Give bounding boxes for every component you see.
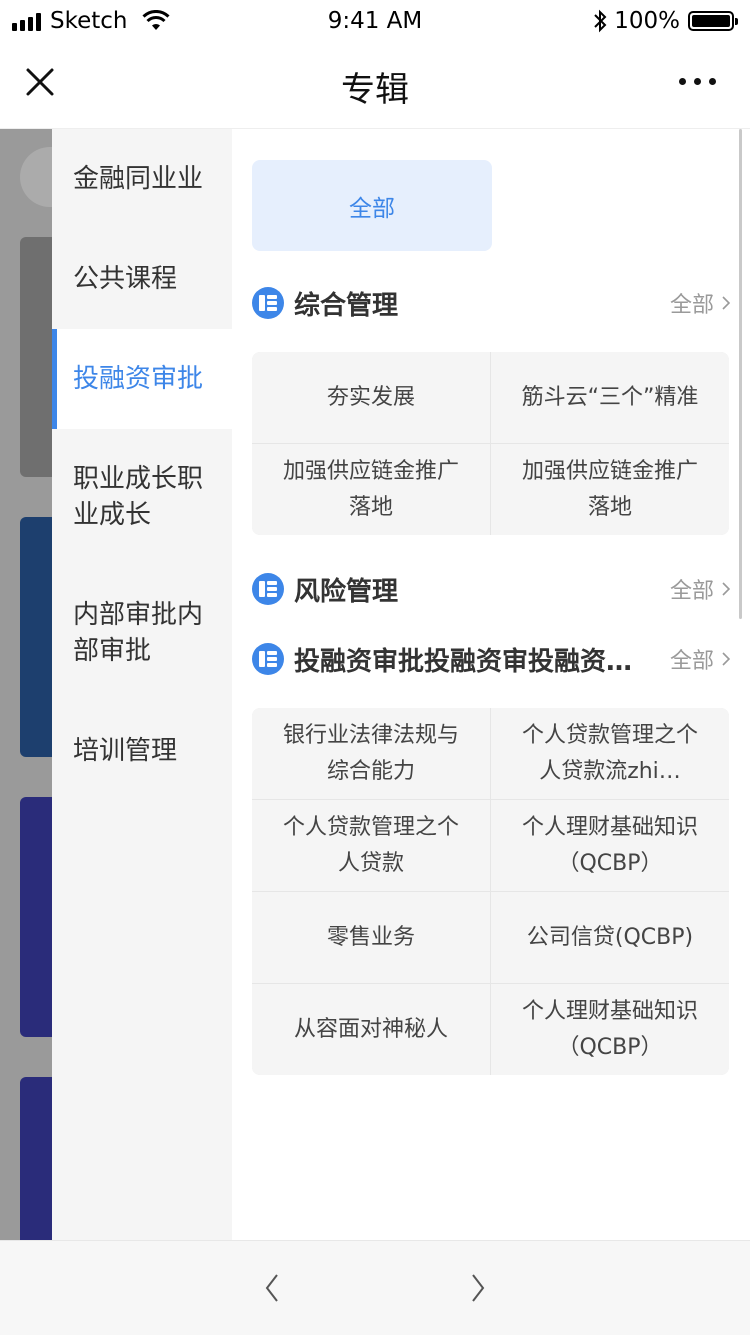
list-icon	[252, 643, 284, 675]
album-item[interactable]: 夯实发展	[252, 352, 490, 443]
category-item[interactable]: 培训管理	[52, 701, 232, 801]
battery-percent: 100%	[614, 8, 680, 34]
list-icon	[252, 573, 284, 605]
chevron-right-icon	[722, 652, 730, 666]
back-arrow-icon[interactable]	[262, 1271, 282, 1305]
forward-arrow-icon[interactable]	[468, 1271, 488, 1305]
album-item[interactable]: 个人贷款管理之个人贷款流zhi…	[491, 708, 729, 799]
section-header: 综合管理 全部	[252, 283, 730, 323]
bottom-toolbar	[0, 1240, 750, 1335]
album-item[interactable]: 筋斗云“三个”精准	[491, 352, 729, 443]
album-item[interactable]: 加强供应链金推广落地	[491, 444, 729, 535]
nav-bar: 专辑	[0, 40, 750, 129]
album-drawer: 金融同业业 公共课程 投融资审批 职业成长职业成长 内部审批内部审批 培训管理 …	[52, 129, 750, 1240]
section-header: 风险管理 全部	[252, 569, 730, 609]
chevron-right-icon	[722, 582, 730, 596]
section-title: 投融资审批投融资审投融资审批	[294, 646, 639, 677]
section-title: 综合管理	[294, 290, 399, 321]
chevron-right-icon	[722, 296, 730, 310]
status-bar: Sketch 9:41 AM 100%	[0, 0, 750, 40]
bluetooth-icon	[594, 9, 607, 33]
more-icon[interactable]	[671, 78, 716, 85]
section-all-link[interactable]: 全部	[670, 287, 730, 319]
album-grid: 夯实发展 筋斗云“三个”精准 加强供应链金推广落地 加强供应链金推广落地	[252, 352, 729, 535]
battery-icon	[688, 11, 738, 31]
category-sidebar: 金融同业业 公共课程 投融资审批 职业成长职业成长 内部审批内部审批 培训管理	[52, 129, 232, 1240]
section-all-link[interactable]: 全部	[670, 573, 730, 605]
page-title: 专辑	[341, 70, 409, 110]
album-item[interactable]: 从容面对神秘人	[252, 984, 490, 1075]
album-item[interactable]: 个人贷款管理之个人贷款	[252, 800, 490, 891]
scrollbar[interactable]	[739, 129, 742, 619]
category-item[interactable]: 金融同业业	[52, 129, 232, 229]
category-item[interactable]: 内部审批内部审批	[52, 565, 232, 701]
album-item[interactable]: 个人理财基础知识（QCBP）	[491, 800, 729, 891]
album-grid: 银行业法律法规与综合能力 个人贷款管理之个人贷款流zhi… 个人贷款管理之个人贷…	[252, 708, 729, 1075]
all-filter-chip[interactable]: 全部	[252, 160, 492, 251]
category-item[interactable]: 职业成长职业成长	[52, 429, 232, 565]
album-item[interactable]: 加强供应链金推广落地	[252, 444, 490, 535]
section-all-link[interactable]: 全部	[670, 643, 730, 675]
category-item[interactable]: 公共课程	[52, 229, 232, 329]
category-item-active[interactable]: 投融资审批	[52, 329, 232, 429]
album-item[interactable]: 银行业法律法规与综合能力	[252, 708, 490, 799]
section-title: 风险管理	[294, 576, 399, 607]
list-icon	[252, 287, 284, 319]
album-content: 全部 综合管理 全部 夯实发展 筋斗云“三个”精准 加强供应链金推广落地 加强供…	[232, 129, 750, 1240]
album-item[interactable]: 个人理财基础知识（QCBP）	[491, 984, 729, 1075]
section-header: 投融资审批投融资审投融资审批 全部	[252, 639, 730, 679]
album-item[interactable]: 公司信贷(QCBP)	[491, 892, 729, 983]
album-item[interactable]: 零售业务	[252, 892, 490, 983]
